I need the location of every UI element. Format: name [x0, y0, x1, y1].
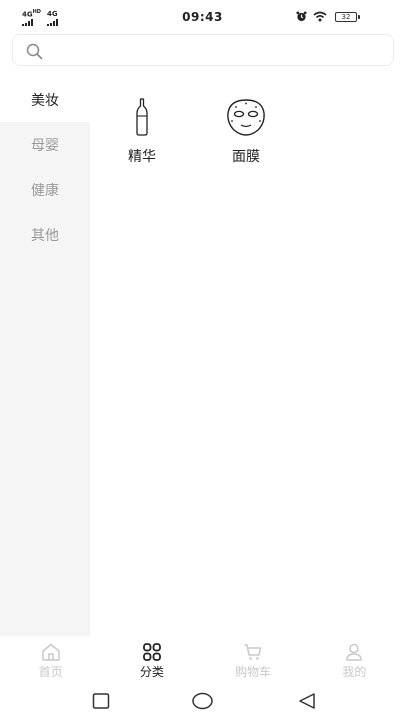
tab-label: 首页 [38, 665, 63, 679]
back-button[interactable] [298, 692, 316, 710]
system-navigation-bar [0, 684, 405, 720]
search-input[interactable] [12, 34, 394, 66]
status-icons [296, 11, 327, 22]
tab-label: 购物车 [235, 665, 272, 679]
sidebar-item-label: 其他 [31, 227, 59, 244]
home-button[interactable] [192, 692, 213, 710]
sidebar-item-beauty[interactable]: 美妆 [0, 77, 90, 122]
home-icon [41, 643, 60, 661]
ampoule-icon [136, 98, 148, 136]
sidebar-item-other[interactable]: 其他 [0, 212, 90, 257]
bottom-tab-bar: 首页 分类 购物车 我的 [0, 636, 405, 684]
tab-cart[interactable]: 购物车 [203, 636, 304, 684]
face-mask-icon [227, 99, 265, 136]
user-icon [346, 643, 363, 661]
sidebar-item-mother-baby[interactable]: 母婴 [0, 122, 90, 167]
cart-icon [244, 644, 262, 660]
category-card-face-mask[interactable]: 面膜 [206, 97, 286, 166]
category-card-essence[interactable]: 精华 [102, 97, 182, 166]
tab-label: 分类 [139, 665, 164, 679]
category-content: 精华 面膜 [90, 77, 405, 636]
sidebar-item-label: 健康 [31, 182, 59, 199]
battery-icon: 32 [335, 12, 360, 22]
category-label: 精华 [128, 149, 156, 165]
recents-button[interactable] [92, 692, 110, 710]
wifi-icon [313, 11, 327, 22]
status-bar: 4GHD 4G 09:43 32 [0, 0, 405, 32]
tab-profile[interactable]: 我的 [304, 636, 405, 684]
category-icon [142, 643, 161, 661]
tab-category[interactable]: 分类 [101, 636, 202, 684]
tab-label: 我的 [342, 665, 367, 679]
sidebar-item-health[interactable]: 健康 [0, 167, 90, 212]
sidebar-item-label: 美妆 [31, 92, 59, 109]
category-sidebar: 美妆 母婴 健康 其他 [0, 77, 90, 636]
battery-level: 32 [341, 13, 351, 21]
alarm-icon [296, 11, 307, 22]
search-icon [26, 43, 43, 60]
sidebar-item-label: 母婴 [31, 137, 59, 154]
category-label: 面膜 [232, 149, 260, 165]
tab-home[interactable]: 首页 [0, 636, 101, 684]
